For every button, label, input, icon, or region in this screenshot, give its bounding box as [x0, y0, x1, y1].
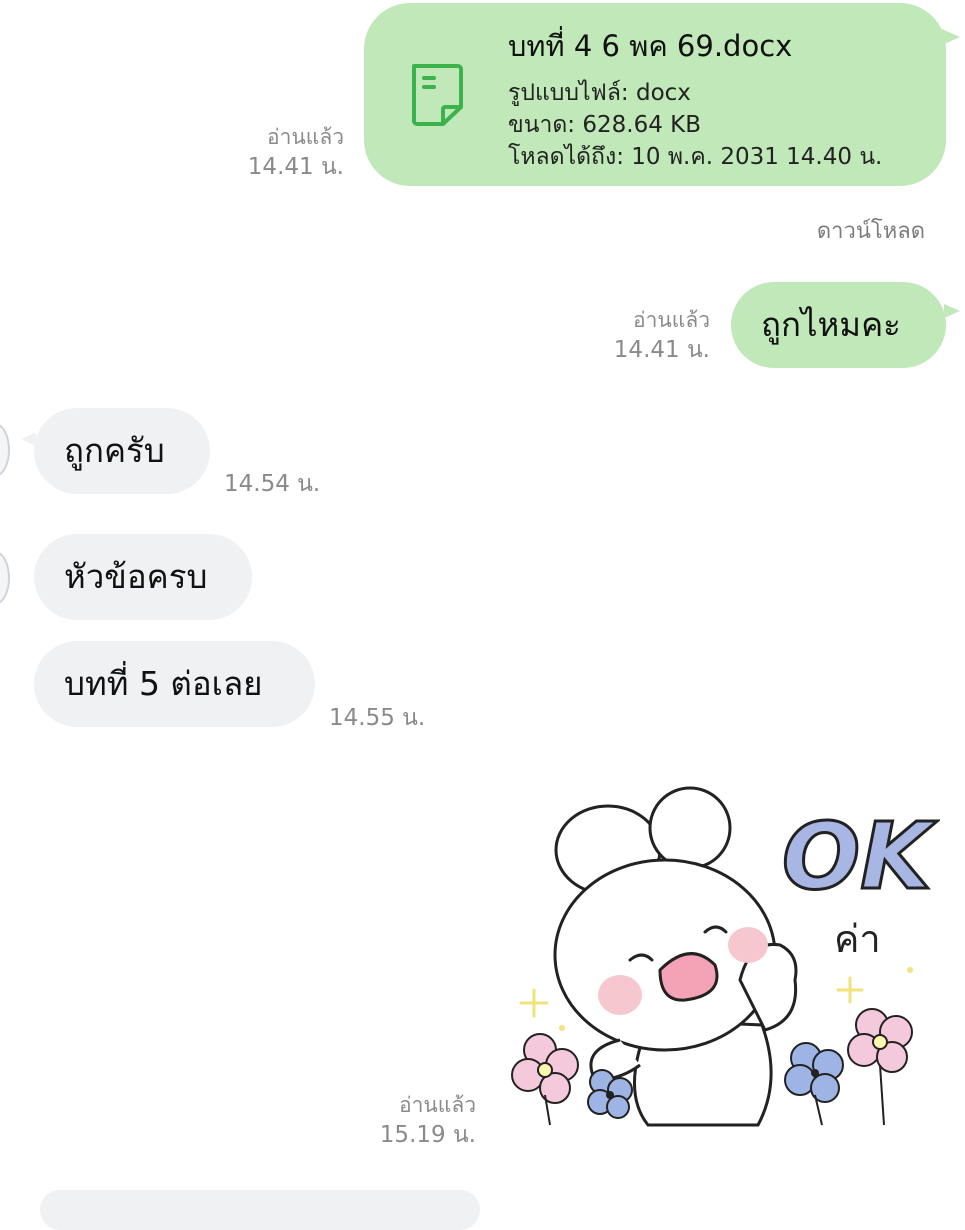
incoming-message-bubble[interactable]: บทที่ 5 ต่อเลย [34, 641, 315, 727]
flower-icon [587, 1069, 633, 1119]
avatar[interactable] [0, 551, 10, 605]
message-time: 15.19 น. [379, 1122, 476, 1148]
incoming-message-bubble[interactable]: หัวข้อครบ [34, 534, 252, 620]
read-label: อ่านแล้ว [399, 1093, 476, 1117]
bubble-tail [944, 304, 960, 318]
file-expiry: โหลดได้ถึง: 10 พ.ค. 2031 14.40 น. [508, 144, 883, 170]
sticker-ok-text: OK [782, 803, 937, 910]
download-link[interactable]: ดาวน์โหลด [817, 213, 925, 248]
flower-icon [847, 1008, 913, 1126]
read-label: อ่านแล้ว [267, 125, 344, 149]
outgoing-message-bubble[interactable]: ถูกไหมคะ [731, 282, 960, 368]
file-read-status: อ่านแล้ว 14.41 น. [246, 122, 344, 182]
file-type: รูปแบบไฟล์: docx [508, 80, 691, 106]
bubble-tail [942, 29, 960, 45]
message-time: 14.54 น. [224, 471, 321, 497]
message-time: 14.55 น. [329, 705, 426, 731]
bubble-tail [21, 432, 36, 446]
outgoing-read-status: อ่านแล้ว 14.41 น. [610, 305, 710, 365]
message-time: 14.41 น. [247, 154, 344, 180]
sticker-read-status: อ่านแล้ว 15.19 น. [372, 1090, 476, 1150]
avatar[interactable] [0, 423, 10, 477]
file-name: บทที่ 4 6 พค 69.docx [508, 29, 793, 63]
message-text: หัวข้อครบ [64, 557, 208, 596]
incoming-message-bubble[interactable] [40, 1190, 480, 1230]
ok-bunny-sticker[interactable]: OK ค่า [500, 780, 940, 1144]
message-time: 14.41 น. [613, 337, 710, 363]
message-text: บทที่ 5 ต่อเลย [64, 664, 263, 703]
file-size: ขนาด: 628.64 KB [508, 112, 702, 138]
incoming-message-bubble[interactable]: ถูกครับ [21, 408, 210, 494]
flower-icon [784, 1042, 844, 1126]
message-text: ถูกครับ [64, 431, 165, 470]
read-label: อ่านแล้ว [633, 308, 710, 332]
file-message-bubble[interactable]: บทที่ 4 6 พค 69.docx รูปแบบไฟล์: docx ขน… [364, 3, 960, 186]
message-text: ถูกไหมคะ [761, 305, 901, 344]
sticker-caption-text: ค่า [834, 917, 881, 961]
document-icon [410, 63, 464, 131]
flower-icon [511, 1033, 579, 1126]
